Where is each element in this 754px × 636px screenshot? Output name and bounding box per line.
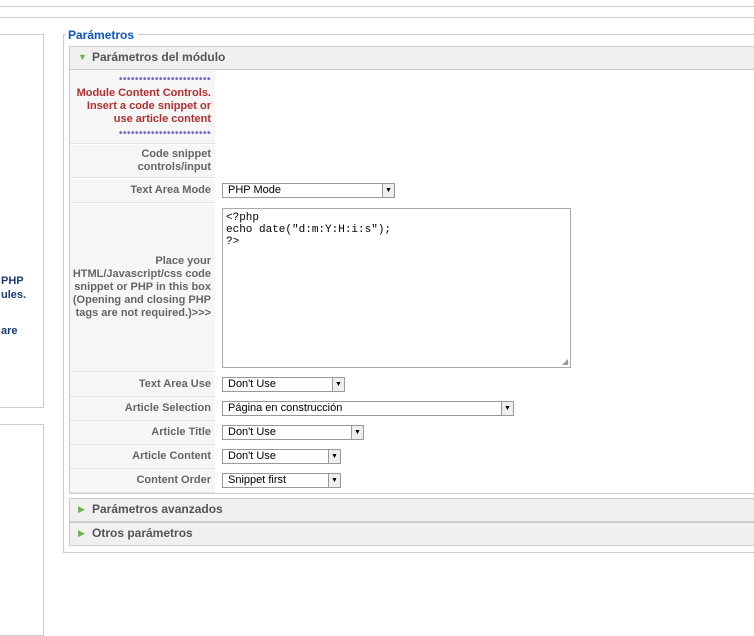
resize-grip-icon[interactable]: ◢	[562, 358, 570, 366]
article-content-select[interactable]: Don't Use ▼	[222, 449, 341, 464]
triangle-right-icon: ▶	[78, 504, 85, 514]
article-selection-value: Página en construcción	[228, 402, 343, 414]
code-textarea[interactable]: <?php echo date("d:m:Y:H:i:s"); ?>	[222, 208, 571, 368]
header-label: ••••••••••••••••••••••• Module Content C…	[70, 70, 215, 144]
article-content-row: Article Content	[70, 445, 754, 469]
text-area-mode-select[interactable]: PHP Mode ▼	[222, 183, 395, 198]
chevron-down-icon: ▼	[328, 450, 340, 463]
text-area-use-select[interactable]: Don't Use ▼	[222, 377, 345, 392]
content-order-row: Content Order	[70, 469, 754, 493]
content-order-select[interactable]: Snippet first ▼	[222, 473, 341, 488]
module-params-header[interactable]: ▼ Parámetros del módulo	[69, 46, 754, 70]
chevron-down-icon: ▼	[351, 426, 363, 439]
other-params-title: Otros parámetros	[92, 526, 193, 540]
article-title-label: Article Title	[70, 421, 215, 445]
header-row: ••••••••••••••••••••••• Module Content C…	[70, 70, 754, 144]
top-divider	[0, 6, 754, 7]
article-selection-select[interactable]: Página en construcción ▼	[222, 401, 514, 416]
left-panel-upper: PHP ules. are	[0, 34, 44, 408]
left-fragment-2: ules.	[1, 289, 27, 301]
snippet-controls-row: Code snippet controls/input	[70, 145, 754, 178]
module-content-controls-text: Module Content Controls. Insert a code s…	[76, 86, 211, 125]
text-area-use-label: Text Area Use	[70, 373, 215, 397]
article-content-value: Don't Use	[228, 450, 276, 462]
content-order-label: Content Order	[70, 469, 215, 493]
triangle-right-icon: ▶	[78, 528, 85, 538]
content-order-value: Snippet first	[228, 474, 287, 486]
triangle-down-icon: ▼	[78, 52, 87, 62]
article-title-select[interactable]: Don't Use ▼	[222, 425, 364, 440]
module-params-title: Parámetros del módulo	[92, 50, 226, 64]
advanced-params-header[interactable]: ▶ Parámetros avanzados	[69, 498, 754, 522]
text-area-mode-row: Text Area Mode	[70, 179, 754, 203]
left-panel-lower	[0, 424, 44, 636]
parameters-legend: Parámetros	[66, 28, 139, 42]
dots-top: •••••••••••••••••••••••	[118, 73, 211, 85]
chevron-down-icon: ▼	[382, 184, 394, 197]
code-label: Place your HTML/Javascript/css code snip…	[70, 204, 215, 372]
chevron-down-icon: ▼	[328, 474, 340, 487]
article-title-row: Article Title	[70, 421, 754, 445]
dots-bottom: •••••••••••••••••••••••	[118, 127, 211, 139]
text-area-use-value: Don't Use	[228, 378, 276, 390]
article-content-label: Article Content	[70, 445, 215, 469]
left-fragment-1: PHP	[1, 275, 24, 287]
other-params-header[interactable]: ▶ Otros parámetros	[69, 522, 754, 546]
advanced-params-title: Parámetros avanzados	[92, 502, 223, 516]
top-divider-2	[0, 17, 754, 18]
text-area-mode-value: PHP Mode	[228, 184, 281, 196]
text-area-use-row: Text Area Use	[70, 373, 754, 397]
article-selection-label: Article Selection	[70, 397, 215, 421]
chevron-down-icon: ▼	[332, 378, 344, 391]
article-title-value: Don't Use	[228, 426, 276, 438]
snippet-controls-label: Code snippet controls/input	[70, 145, 215, 178]
text-area-mode-label: Text Area Mode	[70, 179, 215, 203]
chevron-down-icon: ▼	[501, 402, 513, 415]
left-fragment-3: are	[1, 325, 18, 337]
